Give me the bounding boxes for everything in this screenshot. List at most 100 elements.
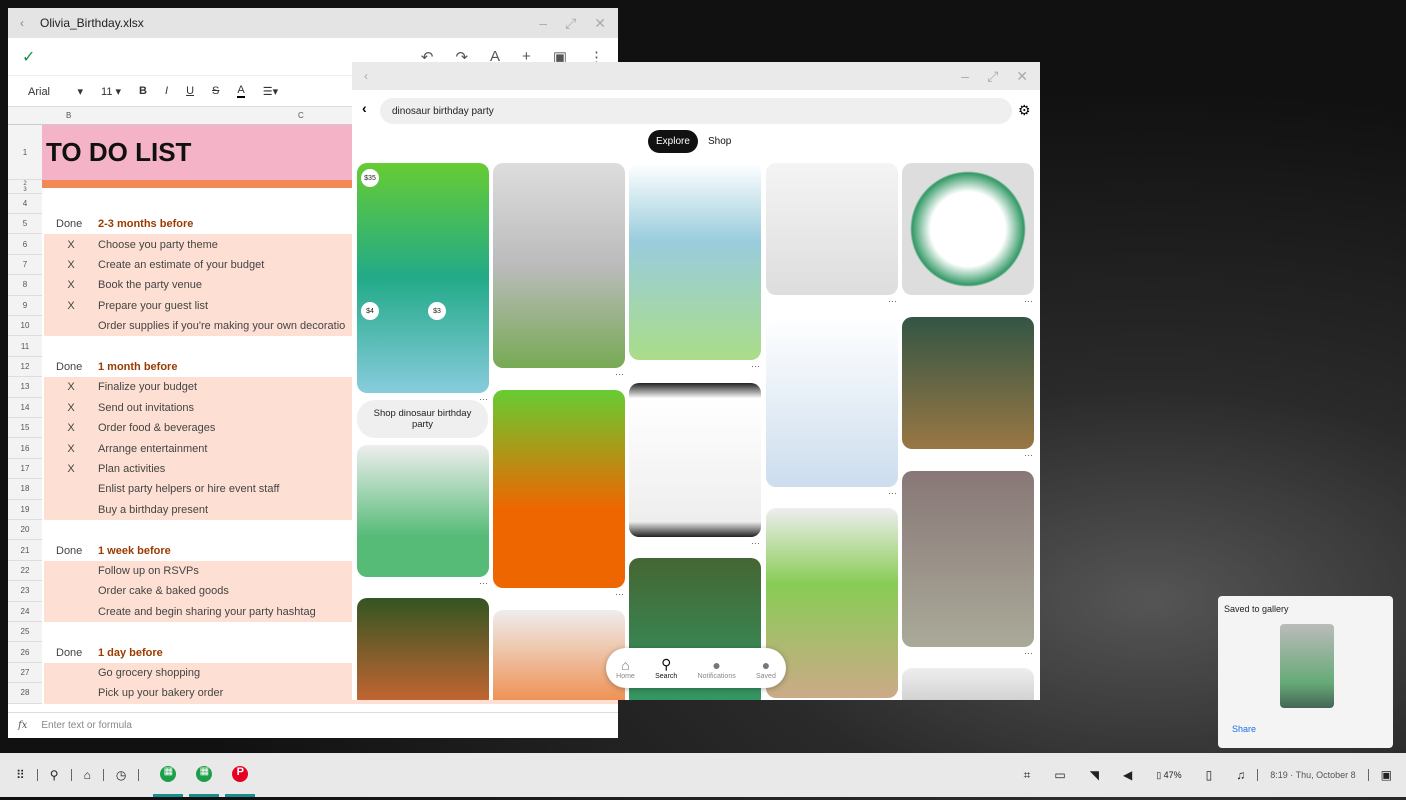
row-number[interactable]: 13 [8,377,42,398]
pin-image[interactable] [629,383,761,537]
tab-shop[interactable]: Shop [700,130,739,153]
screen-cast-icon[interactable]: ▭ [1054,768,1065,782]
row-number[interactable]: 7 [8,254,42,276]
formula-bar[interactable]: fx Enter text or formula [8,712,618,738]
pin-more-icon[interactable]: ··· [615,369,624,379]
sheets-app-icon[interactable]: ▦ [153,753,184,797]
row-number[interactable]: 21 [8,540,42,561]
back-icon[interactable]: ‹ [364,69,368,83]
row-number[interactable]: 24 [8,601,42,622]
clock[interactable]: 8:19 · Thu, October 8 [1270,770,1355,780]
row-number[interactable]: 26 [8,642,42,663]
check-icon[interactable]: ✓ [22,47,35,67]
underline-button[interactable]: U [186,85,194,97]
phone-icon[interactable]: ▯ [1206,768,1213,782]
pin-more-icon[interactable]: ··· [751,361,760,371]
pin-more-icon[interactable]: ··· [1024,648,1033,658]
wifi-icon[interactable]: ◥ [1090,768,1099,782]
task-text: Pick up your bakery order [98,687,224,700]
pin-image[interactable] [902,163,1034,295]
row-number[interactable]: 11 [8,336,42,357]
close-icon[interactable]: ✕ [1016,68,1028,85]
row-number[interactable]: 25 [8,622,42,643]
lock-icon[interactable]: ▣ [1381,768,1392,782]
nav-notifications[interactable]: ● Notifications [698,657,736,680]
row-number[interactable]: 16 [8,438,42,459]
pin-image[interactable] [493,610,625,700]
pin-more-icon[interactable]: ··· [615,589,624,599]
align-button[interactable]: ☰▾ [263,85,278,98]
filter-icon[interactable]: ⚙ [1018,102,1031,119]
row-number[interactable]: 6 [8,234,42,255]
minimize-icon[interactable]: – [539,15,547,32]
sheets-app-icon-2[interactable]: ▦ [189,753,220,797]
bold-button[interactable]: B [139,85,147,97]
nav-search[interactable]: ⚲ Search [655,656,677,680]
row-number[interactable]: 12 [8,356,42,378]
pin-image[interactable] [766,163,898,295]
tab-explore[interactable]: Explore [648,130,698,153]
done-mark: X [67,299,75,312]
row-number[interactable]: 17 [8,458,42,480]
thumbnail[interactable] [1280,624,1334,708]
row-number[interactable]: 22 [8,560,42,582]
pin-image[interactable] [766,317,898,487]
row-number[interactable]: 19 [8,499,42,520]
row-number[interactable]: 23 [8,581,42,602]
maximize-icon[interactable]: ⤢ [565,15,576,32]
pinterest-app-icon[interactable]: P [225,753,256,797]
row-number[interactable]: 9 [8,295,42,316]
pin-image[interactable] [902,668,1034,700]
row-number[interactable]: 8 [8,275,42,296]
column-c[interactable]: C [298,111,304,120]
home-icon[interactable]: ⌂ [84,768,91,782]
pin-more-icon[interactable]: ··· [1024,450,1033,460]
italic-button[interactable]: I [165,85,168,97]
strikethrough-button[interactable]: S [212,85,219,97]
pin-image[interactable] [629,163,761,360]
pin-image[interactable] [902,471,1034,647]
pin-image[interactable] [493,163,625,368]
pin-more-icon[interactable]: ··· [1024,296,1033,306]
shop-pill[interactable]: Shop dinosaur birthday party [357,400,488,438]
pin-more-icon[interactable]: ··· [479,578,488,588]
pin-more-icon[interactable]: ··· [888,488,897,498]
clock-icon[interactable]: ◷ [116,768,126,782]
crop-icon[interactable]: ⌗ [1024,768,1031,783]
search-icon[interactable]: ⚲ [50,768,59,782]
pin-image[interactable] [493,390,625,588]
pin-image[interactable] [902,317,1034,449]
launcher-icon[interactable]: ⠿ [16,768,25,782]
back-icon[interactable]: ‹ [20,16,24,30]
share-button[interactable]: Share [1232,724,1256,734]
nav-home[interactable]: ⌂ Home [616,657,635,680]
row-number[interactable]: 4 [8,194,42,214]
row-number[interactable]: 5 [8,214,42,235]
pin-more-icon[interactable]: ··· [751,538,760,548]
formula-input[interactable]: Enter text or formula [41,720,132,731]
pin-image[interactable] [357,598,489,700]
font-select[interactable]: Arial ▾ [28,85,83,98]
row-number[interactable]: 15 [8,418,42,439]
nav-saved[interactable]: ● Saved [756,657,776,680]
maximize-icon[interactable]: ⤢ [987,68,998,85]
row-number[interactable]: 28 [8,683,42,704]
bell-icon[interactable]: ♫ [1236,768,1245,782]
minimize-icon[interactable]: – [961,68,969,85]
volume-icon[interactable]: ◀ [1123,768,1132,782]
size-select[interactable]: 11 ▾ [101,85,121,98]
search-back-icon[interactable]: ‹ [362,100,367,116]
pin-image[interactable] [357,163,489,393]
text-color-button[interactable]: A [237,84,245,98]
row-number[interactable]: 10 [8,316,42,337]
pin-more-icon[interactable]: ··· [888,296,897,306]
battery-indicator[interactable]: ▯ 47% [1156,770,1181,781]
close-icon[interactable]: ✕ [594,15,606,32]
row-number[interactable]: 18 [8,479,42,500]
pin-image[interactable] [357,445,489,577]
row-number[interactable]: 14 [8,397,42,418]
column-b[interactable]: B [66,111,71,120]
search-input[interactable]: dinosaur birthday party [380,98,1012,124]
row-number[interactable]: 20 [8,520,42,541]
row-number[interactable]: 27 [8,662,42,684]
